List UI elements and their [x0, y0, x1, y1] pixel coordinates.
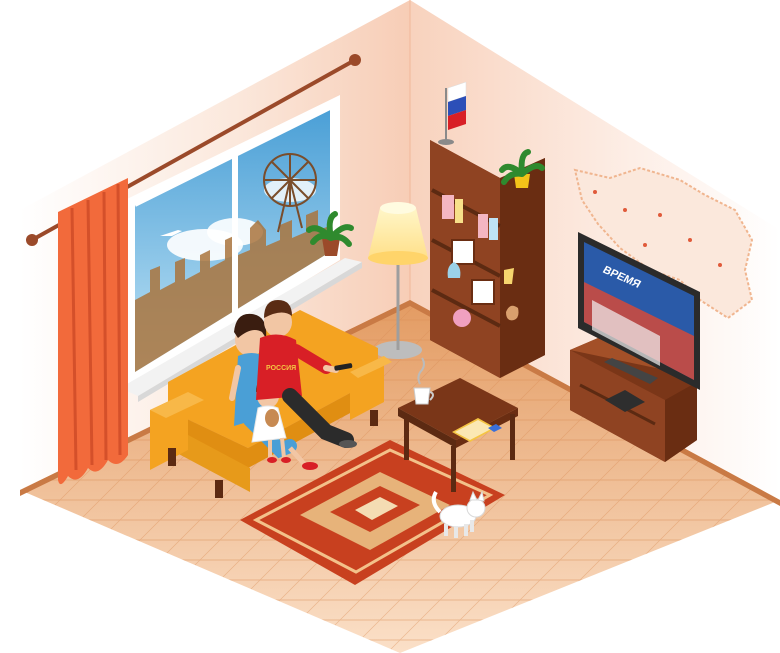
bookshelf — [430, 140, 545, 378]
father-shirt-text: РОССИЯ — [266, 365, 296, 372]
photo-frame — [451, 239, 475, 265]
living-room-scene: ВРЕМЯ РОССИЯ — [20, 0, 780, 653]
